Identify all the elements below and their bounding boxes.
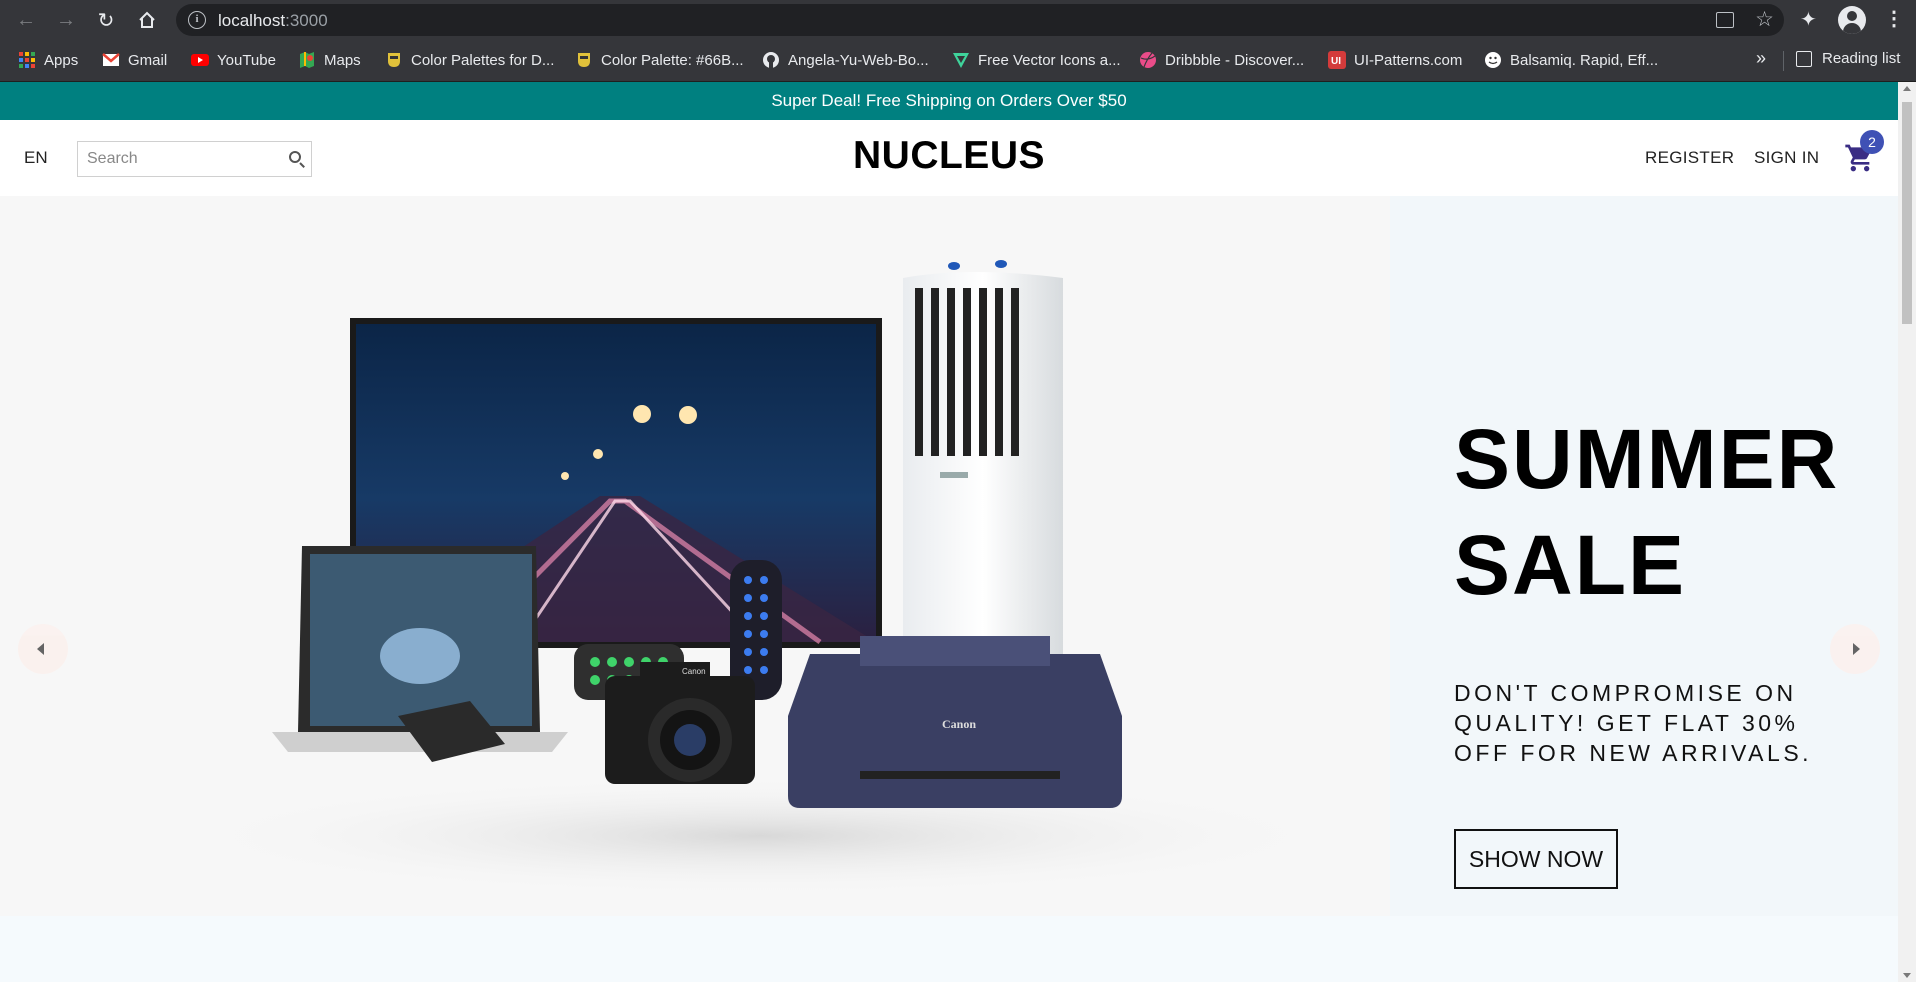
hero-slider: Canon Canon SUMMER SALE DON'T COMPROMISE… — [0, 196, 1898, 916]
cart-count-badge: 2 — [1860, 130, 1884, 154]
bookmark-apps[interactable]: Apps — [18, 50, 78, 70]
slider-next-arrow-icon[interactable] — [1830, 624, 1880, 674]
bookmark-label: Balsamiq. Rapid, Eff... — [1510, 51, 1659, 69]
profile-avatar-icon[interactable] — [1838, 6, 1866, 34]
vector-icon — [953, 53, 969, 68]
bookmark-free-vector-icons[interactable]: Free Vector Icons a... — [952, 50, 1121, 70]
maps-icon — [300, 52, 314, 68]
bookmark-label: Apps — [44, 51, 79, 69]
bookmark-label: Gmail — [128, 51, 168, 69]
reading-list-icon — [1796, 50, 1812, 67]
bookmark-balsamiq[interactable]: Balsamiq. Rapid, Eff... — [1484, 50, 1658, 70]
address-bar[interactable]: i localhost:3000 ☆ — [176, 4, 1784, 36]
apps-grid-icon — [19, 52, 35, 68]
bookmark-angela-yu[interactable]: Angela-Yu-Web-Bo... — [762, 50, 929, 70]
bookmark-maps[interactable]: Maps — [298, 50, 361, 70]
bookmark-color-palette-66b[interactable]: Color Palette: #66B... — [575, 50, 744, 70]
scroll-up-arrow-icon[interactable] — [1903, 86, 1911, 91]
site-info-icon[interactable]: i — [188, 11, 206, 29]
bookmark-label: Free Vector Icons a... — [978, 51, 1121, 69]
hero-product-image: Canon Canon — [0, 196, 1390, 916]
back-arrow-icon[interactable]: ← — [12, 6, 40, 34]
page-scrollbar[interactable] — [1898, 82, 1916, 982]
forward-arrow-icon[interactable]: → — [52, 6, 80, 34]
reading-list-button[interactable]: Reading list — [1796, 50, 1900, 67]
hero-title: SUMMER SALE — [1454, 406, 1884, 618]
url-port: :3000 — [285, 11, 328, 30]
svg-text:Canon: Canon — [682, 667, 706, 676]
url-host: localhost — [218, 11, 286, 30]
bookmark-color-palettes[interactable]: Color Palettes for D... — [385, 50, 554, 70]
bookmark-label: Angela-Yu-Web-Bo... — [788, 51, 929, 69]
palette-icon — [388, 53, 400, 67]
bookmark-label: YouTube — [217, 51, 276, 69]
url-text[interactable]: localhost:3000 — [218, 11, 328, 31]
bookmark-label: Maps — [324, 51, 361, 69]
site-navbar: EN NUCLEUS REGISTER SIGN IN 2 — [0, 120, 1898, 196]
bookmark-star-icon[interactable]: ☆ — [1755, 7, 1774, 32]
hero-title-line2: SALE — [1454, 518, 1687, 612]
reload-icon[interactable]: ↻ — [92, 6, 120, 34]
hero-info-panel: SUMMER SALE DON'T COMPROMISE ON QUALITY!… — [1390, 196, 1898, 916]
bookmark-dribbble[interactable]: Dribbble - Discover... — [1139, 50, 1304, 70]
home-shape — [139, 11, 155, 28]
sign-in-link[interactable]: SIGN IN — [1754, 148, 1819, 168]
palette-icon — [578, 53, 590, 67]
svg-text:Canon: Canon — [942, 717, 976, 731]
browser-menu-icon[interactable]: ⋮ — [1884, 6, 1904, 31]
scrollbar-thumb[interactable] — [1902, 102, 1912, 324]
hero-description: DON'T COMPROMISE ON QUALITY! GET FLAT 30… — [1454, 680, 1813, 766]
bookmark-label: Color Palette: #66B... — [601, 51, 744, 69]
github-icon — [763, 52, 779, 68]
bookmark-label: Color Palettes for D... — [411, 51, 555, 69]
site-logo[interactable]: NUCLEUS — [0, 134, 1898, 178]
bookmarks-bar: Apps Gmail YouTube Maps Color Palettes f… — [0, 39, 1916, 82]
youtube-icon — [191, 54, 209, 66]
electronics-illustration: Canon Canon — [180, 260, 1340, 896]
hero-title-line1: SUMMER — [1454, 412, 1840, 506]
register-link[interactable]: REGISTER — [1645, 148, 1734, 168]
ui-patterns-icon: UI — [1328, 51, 1346, 69]
bookmark-ui-patterns[interactable]: UI UI-Patterns.com — [1328, 50, 1462, 70]
slider-prev-arrow-icon[interactable] — [18, 624, 68, 674]
browser-toolbar: ← → ↻ i localhost:3000 ☆ ✦ ⋮ — [0, 0, 1916, 39]
gmail-icon — [102, 53, 120, 66]
bookmark-gmail[interactable]: Gmail — [102, 50, 167, 70]
reading-list-label: Reading list — [1822, 50, 1901, 67]
dribbble-icon — [1140, 52, 1156, 68]
bookmark-youtube[interactable]: YouTube — [191, 50, 276, 70]
scroll-down-arrow-icon[interactable] — [1903, 973, 1911, 978]
share-icon[interactable] — [1716, 12, 1734, 28]
balsamiq-icon — [1485, 52, 1501, 68]
bookmark-label: Dribbble - Discover... — [1165, 51, 1305, 69]
home-icon[interactable] — [133, 6, 161, 34]
extensions-puzzle-icon[interactable]: ✦ — [1800, 7, 1817, 32]
more-bookmarks-chevron-icon[interactable]: » — [1756, 48, 1766, 69]
bookmarks-divider — [1783, 51, 1784, 71]
announcement-bar: Super Deal! Free Shipping on Orders Over… — [0, 82, 1898, 120]
web-page: Super Deal! Free Shipping on Orders Over… — [0, 82, 1898, 982]
show-now-button[interactable]: SHOW NOW — [1454, 829, 1618, 889]
bookmark-label: UI-Patterns.com — [1354, 51, 1463, 69]
svg-text:UI: UI — [1331, 56, 1341, 67]
